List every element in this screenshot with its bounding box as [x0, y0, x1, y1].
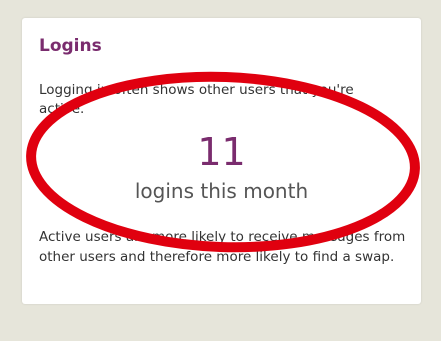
card-title: Logins — [39, 36, 102, 56]
login-count: 11 — [197, 130, 246, 174]
outro-text: Active users are more likely to receive … — [39, 229, 406, 265]
logins-card: Logins Logging in often shows other user… — [22, 18, 421, 304]
intro-text: Logging in often shows other users that … — [39, 82, 354, 117]
login-count-label: logins this month — [134, 179, 309, 203]
page: Logins Logging in often shows other user… — [0, 0, 441, 341]
